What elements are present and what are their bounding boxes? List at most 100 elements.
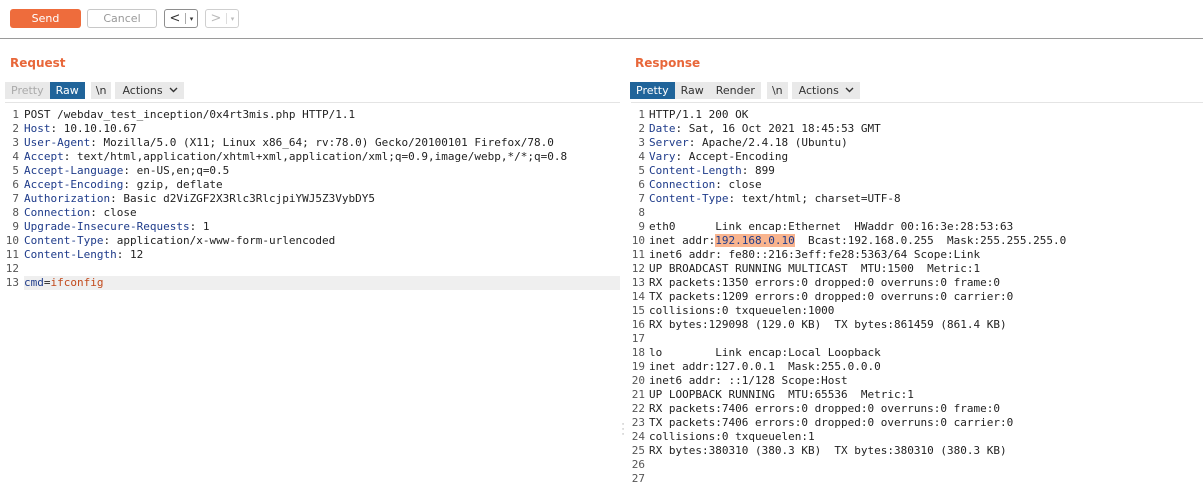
editor-line[interactable]: 13 cmd=ifconfig [0,276,620,290]
send-button[interactable]: Send [10,9,81,28]
editor-line[interactable]: 6 Connection: close [626,178,1203,192]
editor-line[interactable]: 11 Content-Length: 12 [0,248,620,262]
editor-line[interactable]: 3 User-Agent: Mozilla/5.0 (X11; Linux x86… [0,136,620,150]
line-text[interactable]: collisions:0 txqueuelen:1 [649,430,1203,444]
line-text[interactable]: RX packets:1350 errors:0 dropped:0 overr… [649,276,1203,290]
line-text[interactable]: Date: Sat, 16 Oct 2021 18:45:53 GMT [649,122,1203,136]
line-text[interactable]: RX packets:7406 errors:0 dropped:0 overr… [649,402,1203,416]
editor-line[interactable]: 21 UP LOOPBACK RUNNING MTU:65536 Metric:1 [626,388,1203,402]
history-forward-button[interactable]: > ▾ [205,9,239,28]
editor-line[interactable]: 1 POST /webdav_test_inception/0x4rt3mis.p… [0,108,620,122]
editor-line[interactable]: 8 [626,206,1203,220]
cancel-button[interactable]: Cancel [87,9,157,28]
editor-line[interactable]: 4 Vary: Accept-Encoding [626,150,1203,164]
editor-line[interactable]: 9 Upgrade-Insecure-Requests: 1 [0,220,620,234]
editor-line[interactable]: 23 TX packets:7406 errors:0 dropped:0 ove… [626,416,1203,430]
line-text[interactable]: Host: 10.10.10.67 [24,122,620,136]
request-editor[interactable]: 1 POST /webdav_test_inception/0x4rt3mis.p… [0,108,620,479]
line-text[interactable]: TX packets:7406 errors:0 dropped:0 overr… [649,416,1203,430]
line-text[interactable]: Vary: Accept-Encoding [649,150,1203,164]
editor-line[interactable]: 12 [0,262,620,276]
line-text[interactable]: HTTP/1.1 200 OK [649,108,1203,122]
line-text[interactable]: collisions:0 txqueuelen:1000 [649,304,1203,318]
header-name: Accept-Encoding [24,178,124,191]
text-segment: : 899 [741,164,775,177]
actions-menu-button[interactable]: Actions [115,82,184,99]
editor-line[interactable]: 13 RX packets:1350 errors:0 dropped:0 ove… [626,276,1203,290]
editor-line[interactable]: 3 Server: Apache/2.4.18 (Ubuntu) [626,136,1203,150]
line-text[interactable]: User-Agent: Mozilla/5.0 (X11; Linux x86_… [24,136,620,150]
line-text[interactable]: lo Link encap:Local Loopback [649,346,1203,360]
line-text[interactable]: POST /webdav_test_inception/0x4rt3mis.ph… [24,108,620,122]
line-text[interactable]: inet addr:192.168.0.10 Bcast:192.168.0.2… [649,234,1203,248]
editor-line[interactable]: 20 inet6 addr: ::1/128 Scope:Host [626,374,1203,388]
line-text[interactable]: Accept: text/html,application/xhtml+xml,… [24,150,620,164]
editor-line[interactable]: 22 RX packets:7406 errors:0 dropped:0 ove… [626,402,1203,416]
line-number: 1 [12,108,19,121]
editor-line[interactable]: 14 TX packets:1209 errors:0 dropped:0 ove… [626,290,1203,304]
line-text[interactable]: Content-Length: 899 [649,164,1203,178]
editor-line[interactable]: 12 UP BROADCAST RUNNING MULTICAST MTU:150… [626,262,1203,276]
line-text[interactable]: Content-Type: application/x-www-form-url… [24,234,620,248]
editor-line[interactable]: 4 Accept: text/html,application/xhtml+xml… [0,150,620,164]
tab-render[interactable]: Render [709,82,761,99]
tab-pretty[interactable]: Pretty [630,82,675,99]
line-text[interactable]: UP BROADCAST RUNNING MULTICAST MTU:1500 … [649,262,1203,276]
editor-line[interactable]: 11 inet6 addr: fe80::216:3eff:fe28:5363/6… [626,248,1203,262]
line-text[interactable]: Connection: close [24,206,620,220]
line-text[interactable]: Accept-Encoding: gzip, deflate [24,178,620,192]
line-text[interactable]: RX bytes:129098 (129.0 KB) TX bytes:8614… [649,318,1203,332]
editor-line[interactable]: 27 [626,472,1203,486]
tab-raw[interactable]: Raw [674,82,710,99]
caret-down-icon[interactable]: ▾ [186,15,197,23]
line-text[interactable]: inet addr:127.0.0.1 Mask:255.0.0.0 [649,360,1203,374]
line-number: 6 [12,178,19,191]
editor-line[interactable]: 9 eth0 Link encap:Ethernet HWaddr 00:16:3… [626,220,1203,234]
editor-line[interactable]: 26 [626,458,1203,472]
editor-line[interactable]: 1 HTTP/1.1 200 OK [626,108,1203,122]
line-number: 12 [5,262,19,275]
editor-line[interactable]: 25 RX bytes:380310 (380.3 KB) TX bytes:38… [626,444,1203,458]
editor-line[interactable]: 5 Accept-Language: en-US,en;q=0.5 [0,164,620,178]
editor-line[interactable]: 24 collisions:0 txqueuelen:1 [626,430,1203,444]
editor-line[interactable]: 6 Accept-Encoding: gzip, deflate [0,178,620,192]
editor-line[interactable]: 10 inet addr:192.168.0.10 Bcast:192.168.0… [626,234,1203,248]
editor-line[interactable]: 2 Date: Sat, 16 Oct 2021 18:45:53 GMT [626,122,1203,136]
toggle-newlines-button[interactable]: \n [90,82,112,99]
editor-line[interactable]: 15 collisions:0 txqueuelen:1000 [626,304,1203,318]
tab-pretty[interactable]: Pretty [5,82,50,99]
line-text[interactable]: Authorization: Basic d2ViZGF2X3Rlc3Rlcjp… [24,192,620,206]
editor-line[interactable]: 2 Host: 10.10.10.67 [0,122,620,136]
editor-line[interactable]: 17 [626,332,1203,346]
line-text[interactable]: Content-Type: text/html; charset=UTF-8 [649,192,1203,206]
line-text[interactable]: eth0 Link encap:Ethernet HWaddr 00:16:3e… [649,220,1203,234]
actions-menu-button[interactable]: Actions [791,82,860,99]
line-text[interactable]: RX bytes:380310 (380.3 KB) TX bytes:3803… [649,444,1203,458]
line-text[interactable]: Server: Apache/2.4.18 (Ubuntu) [649,136,1203,150]
editor-line[interactable]: 10 Content-Type: application/x-www-form-u… [0,234,620,248]
line-text[interactable]: cmd=ifconfig [24,276,620,290]
history-back-button[interactable]: < ▾ [164,9,198,28]
editor-line[interactable]: 19 inet addr:127.0.0.1 Mask:255.0.0.0 [626,360,1203,374]
chevron-right-icon: > [210,11,222,26]
line-text[interactable]: TX packets:1209 errors:0 dropped:0 overr… [649,290,1203,304]
editor-line[interactable]: 16 RX bytes:129098 (129.0 KB) TX bytes:86… [626,318,1203,332]
editor-line[interactable]: 5 Content-Length: 899 [626,164,1203,178]
response-editor[interactable]: 1 HTTP/1.1 200 OK 2 Date: Sat, 16 Oct 2021 … [626,108,1203,485]
line-text[interactable]: UP LOOPBACK RUNNING MTU:65536 Metric:1 [649,388,1203,402]
line-number: 23 [631,416,645,429]
line-text[interactable]: Connection: close [649,178,1203,192]
editor-line[interactable]: 7 Content-Type: text/html; charset=UTF-8 [626,192,1203,206]
toggle-newlines-button[interactable]: \n [766,82,788,99]
tab-raw[interactable]: Raw [49,82,85,99]
editor-line[interactable]: 18 lo Link encap:Local Loopback [626,346,1203,360]
caret-down-icon[interactable]: ▾ [227,15,238,23]
line-text[interactable]: inet6 addr: fe80::216:3eff:fe28:5363/64 … [649,248,1203,262]
editor-line[interactable]: 7 Authorization: Basic d2ViZGF2X3Rlc3Rlcj… [0,192,620,206]
line-text[interactable]: Content-Length: 12 [24,248,620,262]
editor-line[interactable]: 8 Connection: close [0,206,620,220]
line-text[interactable]: Accept-Language: en-US,en;q=0.5 [24,164,620,178]
text-segment: RX bytes:380310 (380.3 KB) TX bytes:3803… [649,444,1007,457]
line-text[interactable]: Upgrade-Insecure-Requests: 1 [24,220,620,234]
line-text[interactable]: inet6 addr: ::1/128 Scope:Host [649,374,1203,388]
